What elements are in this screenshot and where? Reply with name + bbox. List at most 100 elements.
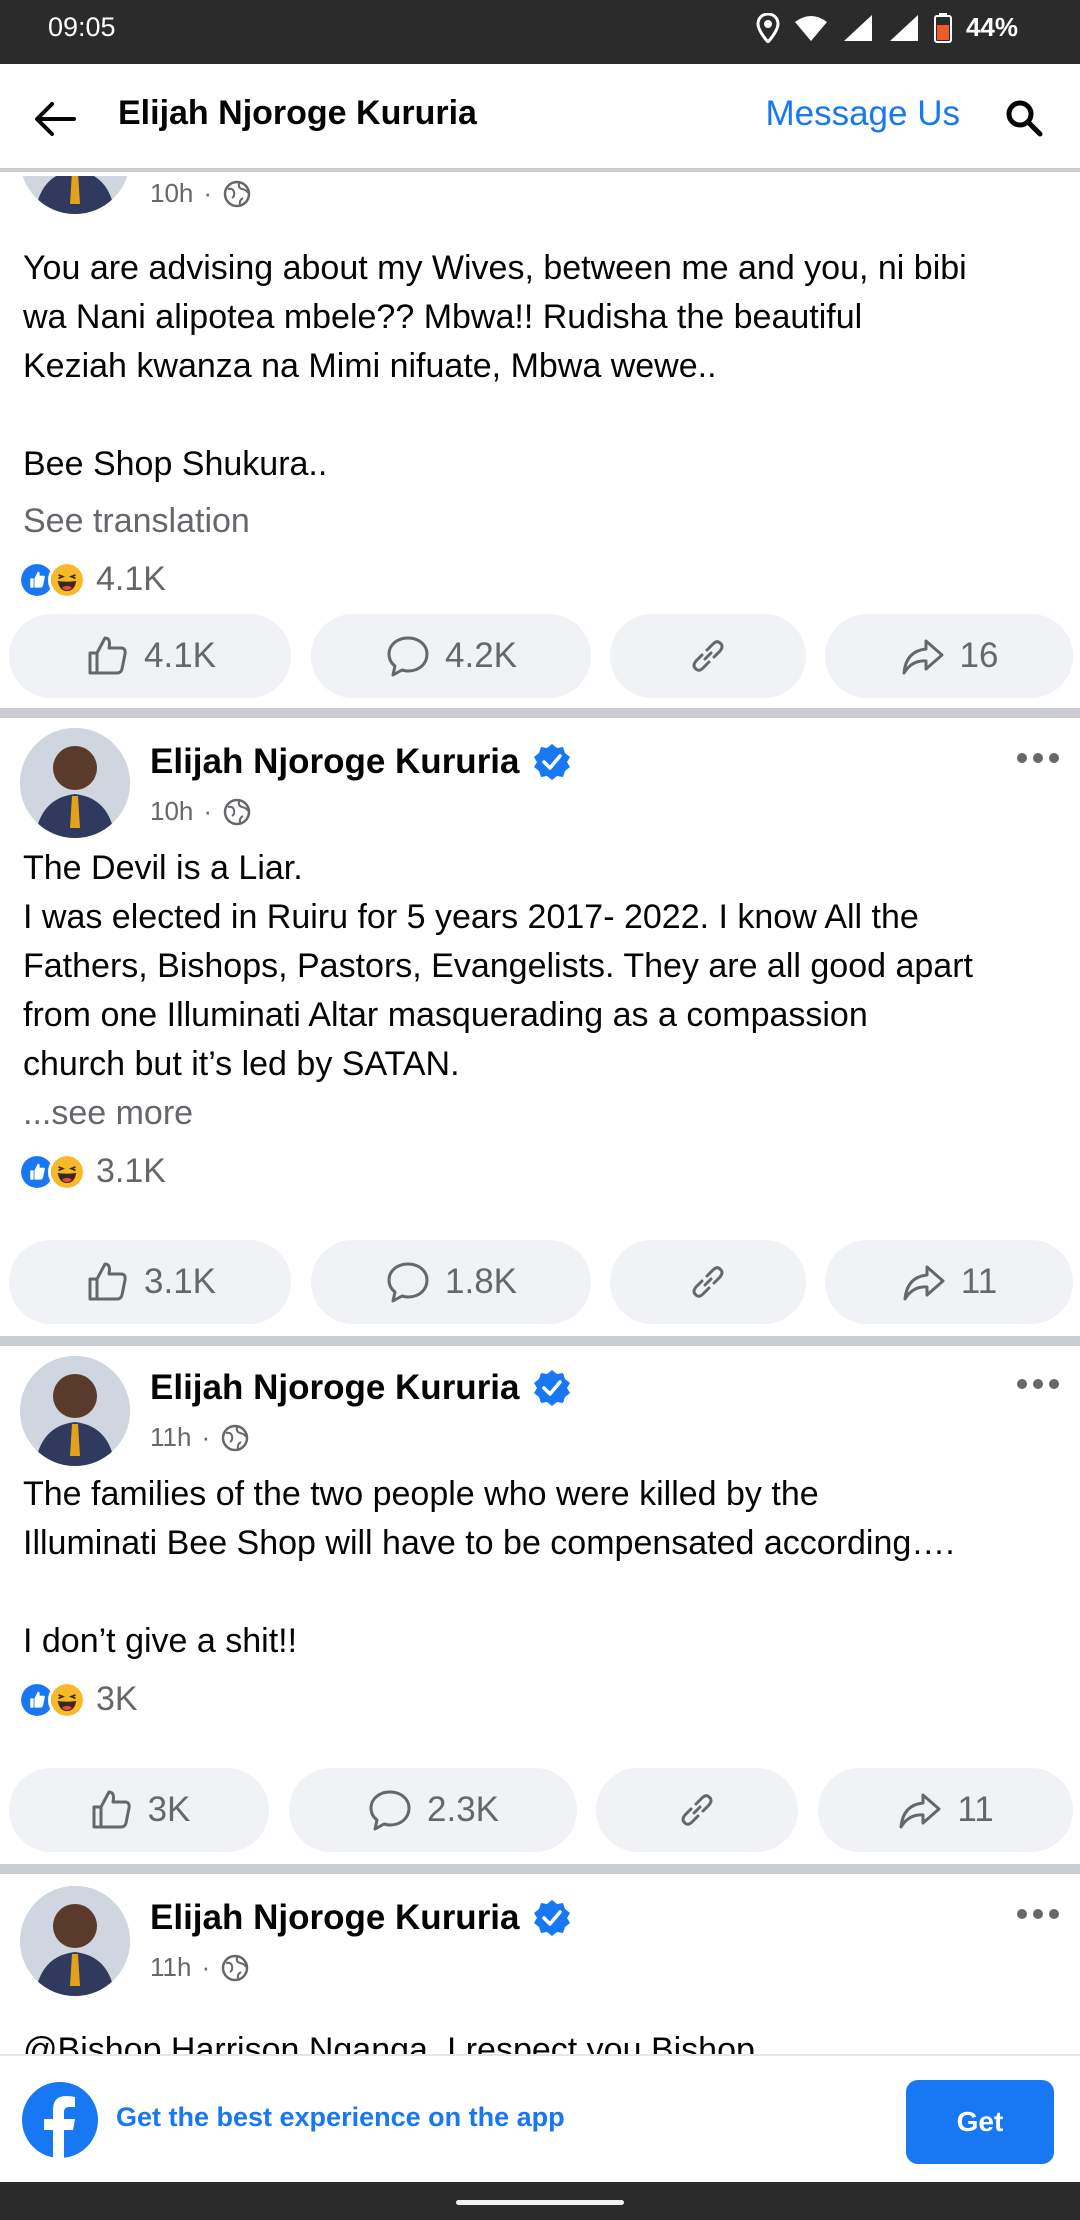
like-icon xyxy=(88,636,127,675)
post-4: Elijah Njoroge Kururia 11h · @Bishop Har… xyxy=(0,1874,1080,2054)
haha-reaction-icon xyxy=(48,1680,86,1719)
post-text-line: wa Nani alipotea mbele?? Mbwa!! Rudisha … xyxy=(23,298,863,336)
search-icon[interactable] xyxy=(1004,98,1044,138)
copy-link-button[interactable] xyxy=(610,1240,806,1324)
like-count: 4.1K xyxy=(144,636,216,675)
globe-icon xyxy=(221,1424,249,1451)
posts-feed[interactable]: 10h · You are advising about my Wives, b… xyxy=(0,176,1080,2054)
action-row: 4.1K 4.2K 16 xyxy=(0,614,1080,698)
comment-count: 4.2K xyxy=(445,636,517,675)
status-bar: 09:05 44% xyxy=(0,0,1080,64)
post-text-line: Bee Shop Shukura.. xyxy=(23,445,328,483)
gesture-handle[interactable] xyxy=(456,2200,624,2205)
see-more-link[interactable]: ...see more xyxy=(23,1094,193,1133)
avatar[interactable] xyxy=(20,1886,130,1996)
post-separator xyxy=(0,1864,1080,1874)
comment-icon xyxy=(387,1262,429,1303)
share-button[interactable]: 11 xyxy=(825,1240,1073,1324)
post-text-line: @Bishop Harrison Nganga, I respect you B… xyxy=(23,2031,755,2054)
share-button[interactable]: 11 xyxy=(818,1768,1073,1852)
avatar[interactable] xyxy=(20,176,130,214)
reaction-summary[interactable]: 3.1K xyxy=(18,1152,166,1191)
meta-dot: · xyxy=(203,178,213,208)
reaction-count: 4.1K xyxy=(96,560,166,598)
post-text-line xyxy=(23,391,1060,440)
reaction-summary[interactable]: 3K xyxy=(18,1680,138,1719)
copy-link-button[interactable] xyxy=(596,1768,798,1852)
post-text-line: Keziah kwanza na Mimi nifuate, Mbwa wewe… xyxy=(23,347,717,385)
meta-dot: · xyxy=(201,1952,211,1982)
share-icon xyxy=(899,1793,941,1829)
haha-reaction-icon xyxy=(48,560,86,599)
app-install-banner: Get the best experience on the app Get xyxy=(0,2054,1080,2182)
post-text-line: You are advising about my Wives, between… xyxy=(23,249,967,287)
comment-icon xyxy=(369,1790,411,1831)
like-button[interactable]: 3K xyxy=(9,1768,269,1852)
author-name[interactable]: Elijah Njoroge Kururia xyxy=(150,742,520,782)
post-author[interactable]: Elijah Njoroge Kururia xyxy=(150,1368,572,1408)
like-count: 3K xyxy=(147,1790,191,1829)
post-text-line: The Devil is a Liar. xyxy=(23,849,303,887)
like-count: 3.1K xyxy=(144,1262,216,1301)
post-text-line: Illuminati Bee Shop will have to be comp… xyxy=(23,1524,955,1562)
like-icon xyxy=(92,1790,131,1829)
post-text-line: I was elected in Ruiru for 5 years 2017-… xyxy=(23,898,919,936)
share-count: 16 xyxy=(959,636,999,675)
post-text: The Devil is a Liar. I was elected in Ru… xyxy=(23,844,1060,1089)
get-app-button[interactable]: Get xyxy=(906,2080,1054,2164)
post-2: Elijah Njoroge Kururia 10h · The Devil i… xyxy=(0,718,1080,1336)
post-text: You are advising about my Wives, between… xyxy=(23,244,1060,489)
status-icons: 44% xyxy=(756,12,1018,43)
meta-dot: · xyxy=(203,796,213,826)
reaction-count: 3.1K xyxy=(96,1152,166,1190)
link-icon xyxy=(692,640,724,672)
status-time: 09:05 xyxy=(48,12,116,42)
reaction-summary[interactable]: 4.1K xyxy=(18,560,166,599)
signal-icon xyxy=(843,14,872,41)
message-us-button[interactable]: Message Us xyxy=(765,94,960,134)
reaction-count: 3K xyxy=(96,1680,138,1718)
avatar[interactable] xyxy=(20,1356,130,1466)
more-options-icon[interactable] xyxy=(1014,1904,1062,1924)
post-text-line: I don’t give a shit!! xyxy=(23,1622,298,1660)
verified-icon xyxy=(533,1370,570,1406)
share-button[interactable]: 16 xyxy=(825,614,1073,698)
wifi-icon xyxy=(794,15,827,41)
action-row: 3K 2.3K 11 xyxy=(0,1768,1080,1852)
like-button[interactable]: 3.1K xyxy=(9,1240,291,1324)
post-text-line: The families of the two people who were … xyxy=(23,1475,819,1513)
post-separator xyxy=(0,708,1080,718)
share-count: 11 xyxy=(957,1790,994,1829)
copy-link-button[interactable] xyxy=(610,614,806,698)
facebook-logo-icon xyxy=(22,2082,98,2158)
post-text-line: church but it’s led by SATAN. xyxy=(23,1045,460,1083)
post-meta: 11h · xyxy=(150,1422,250,1453)
page-header: Elijah Njoroge Kururia Message Us xyxy=(0,64,1080,172)
avatar[interactable] xyxy=(20,728,130,838)
comment-icon xyxy=(387,636,429,677)
see-translation-link[interactable]: See translation xyxy=(23,502,250,541)
signal-icon-2 xyxy=(889,14,918,41)
share-icon xyxy=(903,1265,945,1301)
share-count: 11 xyxy=(960,1262,998,1301)
location-icon xyxy=(756,12,780,43)
haha-reaction-icon xyxy=(48,1152,86,1191)
more-options-icon[interactable] xyxy=(1014,748,1062,768)
meta-dot: · xyxy=(201,1422,211,1452)
back-arrow-icon[interactable] xyxy=(32,96,78,142)
globe-icon xyxy=(221,1954,249,1981)
comment-button[interactable]: 2.3K xyxy=(289,1768,577,1852)
comment-button[interactable]: 4.2K xyxy=(311,614,591,698)
like-button[interactable]: 4.1K xyxy=(9,614,291,698)
more-options-icon[interactable] xyxy=(1014,1374,1062,1394)
author-name[interactable]: Elijah Njoroge Kururia xyxy=(150,1898,520,1938)
post-time: 11h xyxy=(150,1422,192,1452)
post-author[interactable]: Elijah Njoroge Kururia xyxy=(150,1898,572,1938)
post-text: @Bishop Harrison Nganga, I respect you B… xyxy=(23,2026,1060,2054)
comment-button[interactable]: 1.8K xyxy=(311,1240,591,1324)
post-1: 10h · You are advising about my Wives, b… xyxy=(0,176,1080,716)
post-meta: 11h · xyxy=(150,1952,250,1983)
post-author[interactable]: Elijah Njoroge Kururia xyxy=(150,742,572,782)
author-name[interactable]: Elijah Njoroge Kururia xyxy=(150,1368,520,1408)
verified-icon xyxy=(533,1900,570,1936)
